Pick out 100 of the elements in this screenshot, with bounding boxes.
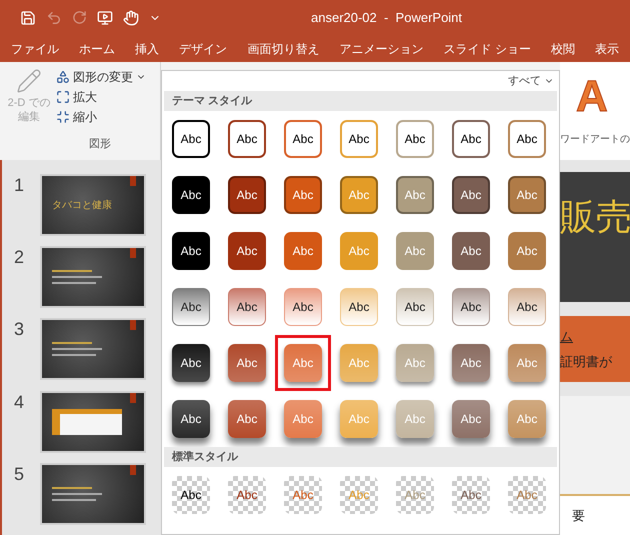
style-swatch-cell[interactable]: Abc [163,167,219,223]
style-swatch-cell[interactable]: Abc [275,223,331,279]
style-swatch: Abc [396,120,434,158]
style-swatch-cell[interactable]: Abc [387,111,443,167]
save-icon[interactable] [20,10,36,26]
style-swatch-cell[interactable]: Abc [163,335,219,391]
footer-text: 要 [572,506,585,525]
style-swatch-cell[interactable]: Abc [443,223,499,279]
style-swatch: Abc [508,288,546,326]
ribbon-tab[interactable]: ファイル [10,40,60,58]
pencil-icon [16,68,42,94]
style-swatch-cell[interactable]: Abc [219,167,275,223]
style-swatch: Abc [172,176,210,214]
style-swatch: Abc [284,176,322,214]
window-title: anser20-02 - PowerPoint [311,8,462,27]
accent-mark [130,392,136,403]
style-swatch: Abc [172,232,210,270]
style-swatch-cell[interactable]: Abc [163,111,219,167]
style-swatch-cell[interactable]: Abc [219,467,275,523]
ribbon-tab[interactable]: 校閲 [550,40,576,58]
style-swatch-cell[interactable]: Abc [499,279,555,335]
style-swatch-cell[interactable]: Abc [443,467,499,523]
accent-mark [130,464,136,475]
style-swatch: Abc [396,344,434,382]
style-swatch-cell[interactable]: Abc [331,111,387,167]
style-swatch: Abc [508,232,546,270]
slide-title: 販売 [560,195,630,239]
style-swatch: Abc [508,120,546,158]
style-swatch: Abc [172,476,210,514]
style-swatch-cell[interactable]: Abc [163,223,219,279]
style-swatch: Abc [396,476,434,514]
style-swatch-cell[interactable]: Abc [499,223,555,279]
style-swatch-cell[interactable]: Abc [163,391,219,447]
style-swatch-cell[interactable]: Abc [443,335,499,391]
style-swatch: Abc [284,120,322,158]
slide-title: タバコと健康 [52,198,113,212]
hand-icon[interactable] [123,10,139,26]
style-swatch-cell[interactable]: Abc [275,335,331,391]
style-swatch-cell[interactable]: Abc [499,111,555,167]
slide-thumbnail[interactable] [40,246,146,308]
style-swatch: Abc [284,476,322,514]
wordart-sample[interactable]: A [576,72,630,122]
style-swatch: Abc [172,344,210,382]
shrink-button[interactable]: 縮小 [56,108,146,126]
style-swatch: Abc [340,120,378,158]
slide-thumbnail[interactable] [40,390,146,453]
style-swatch: Abc [452,400,490,438]
style-swatch-cell[interactable]: Abc [219,111,275,167]
style-swatch-cell[interactable]: Abc [443,279,499,335]
style-swatch-cell[interactable]: Abc [275,167,331,223]
ribbon-tab[interactable]: 画面切り替え [246,40,320,58]
enlarge-icon [56,90,70,104]
change-shape-button[interactable]: 図形の変更 [56,68,146,86]
style-swatch-cell[interactable]: Abc [219,335,275,391]
style-swatch-cell[interactable]: Abc [443,111,499,167]
style-swatch-cell[interactable]: Abc [387,279,443,335]
style-swatch: Abc [340,476,378,514]
style-swatch: Abc [452,344,490,382]
style-swatch-cell[interactable]: Abc [443,391,499,447]
slide-thumbnail[interactable] [40,462,146,525]
style-swatch: Abc [508,476,546,514]
wordart-label: ワードアートの [560,133,630,147]
shrink-icon [56,110,70,124]
slide-number: 4 [13,390,26,411]
slide-number: 1 [13,174,26,194]
style-swatch: Abc [452,120,490,158]
style-swatch: Abc [228,120,266,158]
style-swatch-cell[interactable]: Abc [275,111,331,167]
slide-thumbnail[interactable] [40,318,146,380]
style-swatch: Abc [172,288,210,326]
band-text: ム [560,328,574,346]
filter-dropdown[interactable]: すべて [508,72,554,90]
ribbon-tab[interactable]: 挿入 [134,40,160,58]
style-swatch-cell[interactable]: Abc [163,467,219,523]
presentation-icon[interactable] [97,10,113,26]
ribbon-tab[interactable]: ホーム [78,40,116,58]
style-swatch: Abc [228,400,266,438]
style-swatch-cell[interactable]: Abc [219,391,275,447]
style-swatch-cell[interactable]: Abc [443,167,499,223]
style-swatch: Abc [172,120,210,158]
shapes-icon [56,70,70,84]
style-swatch: Abc [228,232,266,270]
style-swatch-cell[interactable]: Abc [499,167,555,223]
ribbon-tab[interactable]: アニメーション [338,40,424,58]
style-swatch: Abc [228,344,266,382]
style-swatch: Abc [452,288,490,326]
enlarge-button[interactable]: 拡大 [56,88,146,106]
style-swatch-cell[interactable]: Abc [275,279,331,335]
style-swatch-cell[interactable]: Abc [219,279,275,335]
style-swatch-cell[interactable]: Abc [331,279,387,335]
ribbon-tab[interactable]: 表示 [594,40,620,58]
style-swatch-cell[interactable]: Abc [219,223,275,279]
ribbon-tab[interactable]: スライド ショー [442,40,532,58]
style-swatch: Abc [340,288,378,326]
style-swatch: Abc [396,288,434,326]
ribbon-tab[interactable]: デザイン [178,40,228,58]
style-swatch: Abc [284,400,322,438]
slide-thumbnail[interactable]: タバコと健康 [40,174,146,236]
style-swatch-cell[interactable]: Abc [163,279,219,335]
style-swatch: Abc [452,476,490,514]
